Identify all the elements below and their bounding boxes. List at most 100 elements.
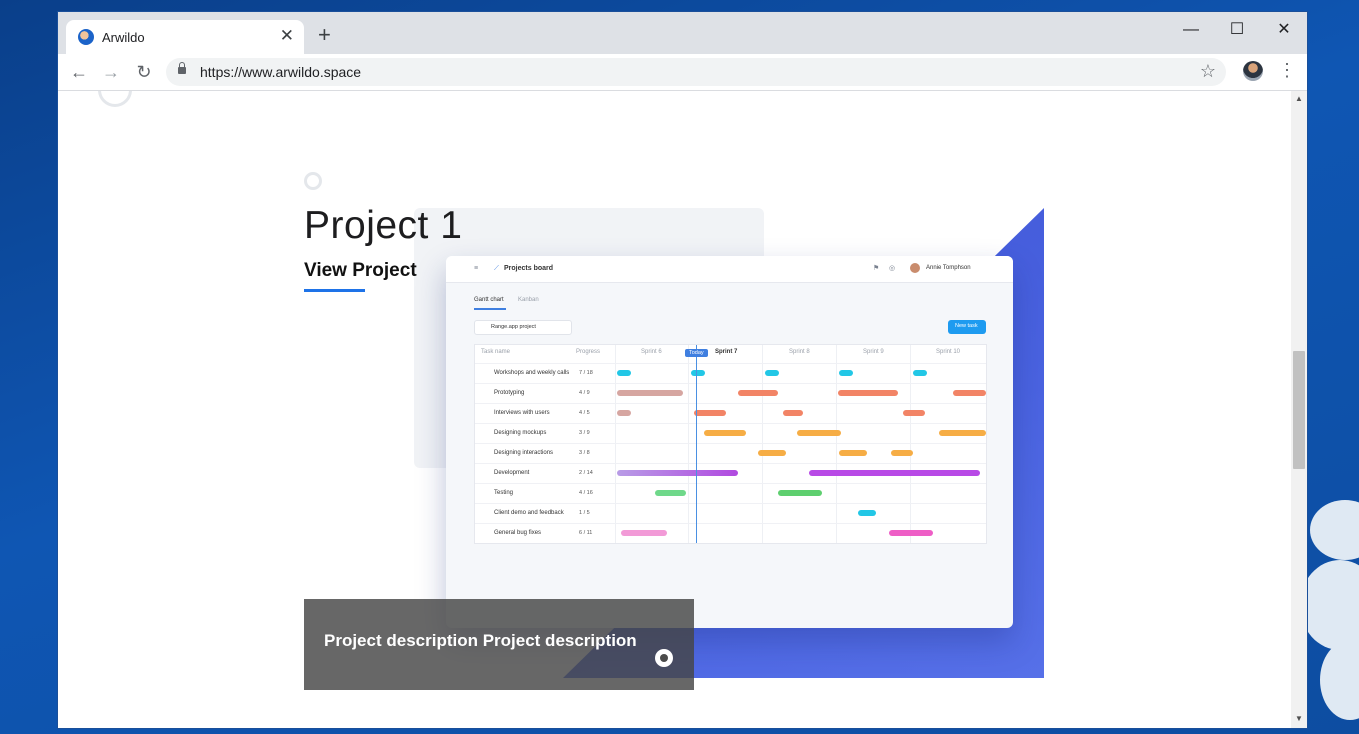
- mock-tab-gantt: Gantt chart: [474, 297, 504, 303]
- mock-tab-kanban: Kanban: [518, 297, 539, 303]
- gantt-bar: [953, 390, 986, 396]
- gantt-bar: [617, 410, 631, 416]
- mock-user-name: Annie Tomphson: [926, 265, 971, 271]
- gantt-bar: [704, 430, 746, 436]
- project-description-panel: Project description Project description: [304, 599, 694, 690]
- gantt-bar: [621, 530, 667, 536]
- maximize-button[interactable]: ☐: [1214, 18, 1260, 42]
- gantt-row: Designing interactions 3 / 8: [475, 443, 986, 464]
- user-icon: ◎: [889, 265, 896, 272]
- notification-icon: ⚑: [873, 265, 880, 272]
- desktop-cloud: [1310, 500, 1359, 560]
- close-window-button[interactable]: ✕: [1261, 18, 1307, 42]
- browser-menu-icon[interactable]: ⋮: [1278, 60, 1296, 81]
- scroll-down-arrow-icon[interactable]: ▼: [1293, 714, 1305, 723]
- gantt-bar: [913, 370, 927, 376]
- profile-avatar[interactable]: [1243, 61, 1263, 81]
- scroll-up-arrow-icon[interactable]: ▲: [1293, 94, 1305, 103]
- row-task-name: Prototyping: [494, 390, 525, 396]
- gantt-bar: [617, 470, 738, 476]
- row-progress: 6 / 11: [579, 530, 593, 536]
- scrollbar-thumb[interactable]: [1293, 351, 1305, 469]
- url-text[interactable]: https://www.arwildo.space: [200, 64, 361, 80]
- mock-project-select-label: Range.app project: [491, 324, 536, 330]
- row-progress: 3 / 8: [579, 450, 590, 456]
- project-screenshot: ≡ ⟋ Projects board ⚑ ◎ Annie Tomphson Ga…: [446, 256, 1013, 628]
- gantt-bar: [691, 370, 705, 376]
- today-badge: Today: [685, 349, 708, 357]
- row-task-name: Development: [494, 470, 530, 476]
- back-button[interactable]: ←: [68, 62, 90, 82]
- gantt-row: Workshops and weekly calls 7 / 18: [475, 363, 986, 384]
- mock-project-select: Range.app project: [474, 320, 572, 335]
- gantt-bar: [765, 370, 779, 376]
- row-progress: 1 / 5: [579, 510, 590, 516]
- address-bar[interactable]: https://www.arwildo.space ☆: [166, 58, 1226, 86]
- row-progress: 4 / 9: [579, 390, 590, 396]
- hamburger-icon: ≡: [474, 265, 479, 272]
- decorative-ring: [98, 91, 132, 107]
- mock-app-header: ≡ ⟋ Projects board ⚑ ◎ Annie Tomphson: [446, 256, 1013, 283]
- row-task-name: Designing interactions: [494, 450, 554, 456]
- minimize-button[interactable]: —: [1168, 18, 1214, 42]
- row-progress: 2 / 14: [579, 470, 593, 476]
- site-favicon-icon: [78, 29, 94, 45]
- gantt-row: Client demo and feedback 1 / 5: [475, 503, 986, 524]
- gantt-bar: [758, 450, 786, 456]
- reload-button[interactable]: ↻: [133, 62, 155, 82]
- browser-tab[interactable]: Arwildo ✕: [66, 20, 304, 54]
- gantt-bar: [838, 390, 898, 396]
- gantt-bar: [891, 450, 913, 456]
- sprint-header: Sprint 10: [936, 349, 961, 355]
- forward-button[interactable]: →: [100, 62, 122, 82]
- tab-title: Arwildo: [102, 30, 145, 45]
- sprint-header: Sprint 7: [715, 349, 738, 355]
- project-description: Project description Project description: [324, 631, 637, 650]
- desktop-cloud: [1300, 560, 1359, 650]
- gantt-row: Testing 4 / 16: [475, 483, 986, 504]
- bookmark-star-icon[interactable]: ☆: [1200, 61, 1216, 82]
- view-project-underline: [304, 289, 365, 292]
- row-progress: 4 / 5: [579, 410, 590, 416]
- gantt-bar: [889, 530, 933, 536]
- gantt-bar: [858, 510, 876, 516]
- task-column-header: Task name: [481, 349, 511, 355]
- gantt-bar: [738, 390, 778, 396]
- sprint-header: Sprint 9: [863, 349, 884, 355]
- row-task-name: Designing mockups: [494, 430, 547, 436]
- lock-icon[interactable]: [178, 62, 186, 74]
- gantt-bar: [617, 370, 631, 376]
- progress-column-header: Progress: [576, 349, 601, 355]
- gantt-row: Prototyping 4 / 9: [475, 383, 986, 404]
- gantt-bar: [617, 390, 683, 396]
- page-content: ≡ ⟋ Projects board ⚑ ◎ Annie Tomphson Ga…: [58, 91, 1291, 728]
- gantt-row: Interviews with users 4 / 5: [475, 403, 986, 424]
- view-project-link[interactable]: View Project: [304, 260, 417, 282]
- row-task-name: Client demo and feedback: [494, 510, 564, 516]
- mock-new-task-button: New task: [948, 320, 986, 334]
- desktop-cloud: [1320, 640, 1359, 720]
- sprint-header: Sprint 8: [789, 349, 810, 355]
- new-tab-button[interactable]: +: [318, 24, 331, 46]
- gantt-bar: [783, 410, 803, 416]
- close-tab-icon[interactable]: ✕: [280, 26, 294, 46]
- tab-strip: Arwildo ✕ + — ☐ ✕: [58, 12, 1307, 54]
- gantt-row: Designing mockups 3 / 9: [475, 423, 986, 444]
- mock-tab-underline: [474, 308, 506, 310]
- gantt-row: Development 2 / 14: [475, 463, 986, 484]
- row-progress: 4 / 16: [579, 490, 593, 496]
- browser-toolbar: ← → ↻ https://www.arwildo.space ☆ ⋮: [58, 54, 1307, 91]
- logo-icon: ⟋: [494, 265, 499, 272]
- github-icon[interactable]: [655, 649, 673, 667]
- gantt-bar: [694, 410, 726, 416]
- row-task-name: Testing: [494, 490, 514, 496]
- row-task-name: Workshops and weekly calls: [494, 370, 570, 376]
- gantt-grid: Task name Progress Sprint 6 Sprint 7 Spr…: [474, 344, 987, 544]
- gantt-bar: [839, 370, 853, 376]
- sprint-header: Sprint 6: [641, 349, 662, 355]
- gantt-row: General bug fixes 6 / 11: [475, 523, 986, 544]
- gantt-bar: [655, 490, 686, 496]
- project-title: Project 1: [304, 204, 463, 247]
- today-line: [696, 345, 697, 543]
- mock-user-avatar: [910, 263, 920, 273]
